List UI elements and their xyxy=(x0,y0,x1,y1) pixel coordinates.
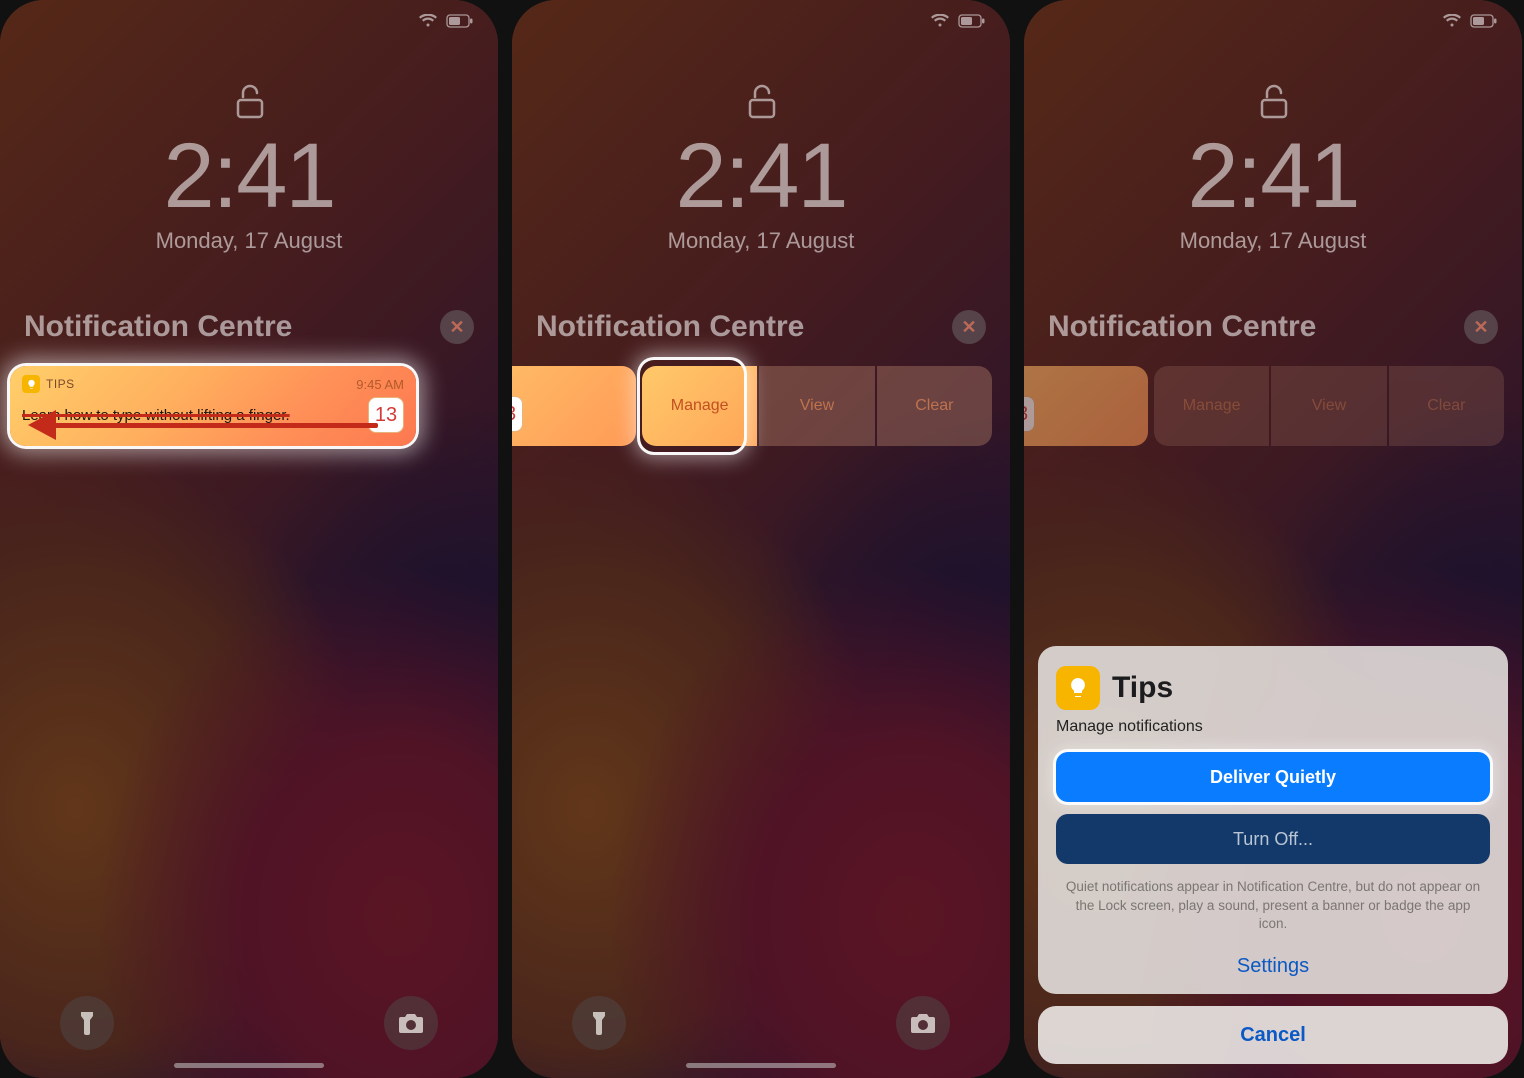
battery-icon xyxy=(958,14,986,28)
close-icon: ✕ xyxy=(961,317,976,338)
sheet-help-text: Quiet notifications appear in Notificati… xyxy=(1056,878,1490,933)
flashlight-button[interactable] xyxy=(60,996,114,1050)
clear-all-button[interactable]: ✕ xyxy=(440,310,474,344)
wifi-icon xyxy=(930,14,950,28)
battery-icon xyxy=(1470,14,1498,28)
notification-app-label: TIPS xyxy=(46,377,75,391)
clock-time: 2:41 xyxy=(512,130,1010,222)
status-bar xyxy=(512,0,1010,42)
home-indicator[interactable] xyxy=(686,1063,836,1068)
lockscreen-panel-3: 2:41 Monday, 17 August Notification Cent… xyxy=(1024,0,1522,1078)
notification-card[interactable]: TIPS 9:45 AM Learn how to type without l… xyxy=(10,366,416,446)
close-icon: ✕ xyxy=(1473,317,1488,338)
camera-button[interactable] xyxy=(384,996,438,1050)
home-indicator[interactable] xyxy=(174,1063,324,1068)
notification-card-swiped[interactable]: 9:45 AM ger. 13 xyxy=(512,366,636,446)
status-bar xyxy=(0,0,498,42)
lockscreen-panel-1: 2:41 Monday, 17 August Notification Cent… xyxy=(0,0,498,1078)
clear-all-button[interactable]: ✕ xyxy=(1464,310,1498,344)
tips-app-icon xyxy=(1056,666,1100,710)
notification-centre-title: Notification Centre xyxy=(1048,310,1316,344)
settings-link[interactable]: Settings xyxy=(1056,955,1490,978)
notification-body: Learn how to type without lifting a fing… xyxy=(22,407,360,424)
clear-action[interactable]: Clear xyxy=(877,366,992,446)
view-action[interactable]: View xyxy=(759,366,874,446)
unlocked-icon xyxy=(233,82,265,120)
clock-time: 2:41 xyxy=(1024,130,1522,222)
battery-icon xyxy=(446,14,474,28)
cancel-button[interactable]: Cancel xyxy=(1038,1006,1508,1064)
clock-date: Monday, 17 August xyxy=(1024,228,1522,254)
turn-off-button[interactable]: Turn Off... xyxy=(1056,814,1490,864)
notification-card-swiped: 9:45 AM ger. 13 xyxy=(1024,366,1148,446)
camera-icon xyxy=(910,1012,936,1034)
wifi-icon xyxy=(1442,14,1462,28)
wifi-icon xyxy=(418,14,438,28)
notification-swipe-actions: Manage View Clear xyxy=(642,366,992,446)
notification-timestamp: 9:45 AM xyxy=(356,377,404,392)
sheet-title: Tips xyxy=(1112,671,1173,705)
close-icon: ✕ xyxy=(449,317,464,338)
camera-button[interactable] xyxy=(896,996,950,1050)
clear-all-button[interactable]: ✕ xyxy=(952,310,986,344)
manage-action[interactable]: Manage xyxy=(642,366,757,446)
status-bar xyxy=(1024,0,1522,42)
tips-app-icon xyxy=(22,375,40,393)
sheet-subtitle: Manage notifications xyxy=(1056,718,1490,736)
notification-thumbnail: 13 xyxy=(368,397,404,433)
notification-swipe-actions: Manage View Clear xyxy=(1154,366,1504,446)
flashlight-icon xyxy=(77,1010,97,1036)
lockscreen-panel-2: 2:41 Monday, 17 August Notification Cent… xyxy=(512,0,1010,1078)
notification-thumbnail: 13 xyxy=(512,396,523,432)
clock-date: Monday, 17 August xyxy=(512,228,1010,254)
unlocked-icon xyxy=(745,82,777,120)
manage-action: Manage xyxy=(1154,366,1269,446)
notification-thumbnail: 13 xyxy=(1024,396,1035,432)
clock-date: Monday, 17 August xyxy=(0,228,498,254)
deliver-quietly-button[interactable]: Deliver Quietly xyxy=(1056,752,1490,802)
view-action: View xyxy=(1271,366,1386,446)
camera-icon xyxy=(398,1012,424,1034)
notification-timestamp: 9:45 AM xyxy=(1024,375,1138,390)
manage-notifications-sheet: Tips Manage notifications Deliver Quietl… xyxy=(1038,646,1508,1064)
clock-time: 2:41 xyxy=(0,130,498,222)
clear-action: Clear xyxy=(1389,366,1504,446)
unlocked-icon xyxy=(1257,82,1289,120)
flashlight-icon xyxy=(589,1010,609,1036)
flashlight-button[interactable] xyxy=(572,996,626,1050)
notification-centre-title: Notification Centre xyxy=(536,310,804,344)
notification-centre-title: Notification Centre xyxy=(24,310,292,344)
notification-timestamp: 9:45 AM xyxy=(512,375,626,390)
